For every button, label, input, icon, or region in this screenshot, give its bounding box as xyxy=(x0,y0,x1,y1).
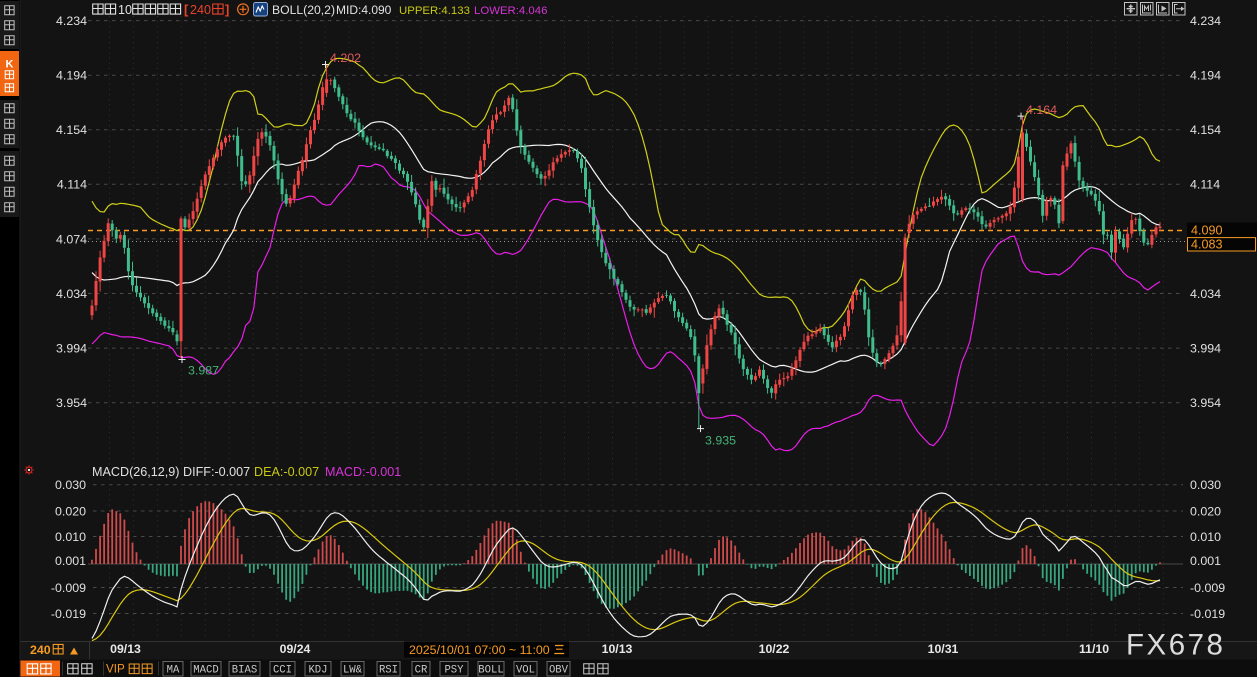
svg-text:4.034: 4.034 xyxy=(1190,287,1221,301)
svg-text:-0.019: -0.019 xyxy=(51,607,86,621)
svg-text:4.164: 4.164 xyxy=(1026,103,1057,117)
svg-text:4.234: 4.234 xyxy=(56,14,87,28)
svg-text:MACD: MACD xyxy=(193,664,218,676)
svg-text:3.994: 3.994 xyxy=(56,342,87,356)
svg-text:0.001: 0.001 xyxy=(1190,554,1221,568)
svg-text:DEA:-0.007: DEA:-0.007 xyxy=(254,465,319,479)
svg-text:[: [ xyxy=(184,2,189,17)
svg-text:09/13: 09/13 xyxy=(110,642,141,656)
svg-text:MACD(26,12,9) DIFF:-0.007: MACD(26,12,9) DIFF:-0.007 xyxy=(92,465,250,479)
svg-text:4.034: 4.034 xyxy=(56,287,87,301)
svg-text:-0.019: -0.019 xyxy=(1190,607,1225,621)
svg-text:-0.009: -0.009 xyxy=(1190,581,1225,595)
svg-text:4.114: 4.114 xyxy=(1190,178,1220,192)
svg-text:BIAS: BIAS xyxy=(232,664,257,676)
svg-text:LOWER:4.046: LOWER:4.046 xyxy=(474,5,547,17)
svg-text:0.010: 0.010 xyxy=(1190,530,1221,544)
svg-text:3.935: 3.935 xyxy=(705,434,736,448)
svg-text:K: K xyxy=(6,59,14,71)
svg-text:CCI: CCI xyxy=(273,664,292,676)
svg-text:0.030: 0.030 xyxy=(1190,478,1221,492)
svg-text:OBV: OBV xyxy=(549,664,569,676)
svg-text:240: 240 xyxy=(190,3,211,17)
svg-text:0.010: 0.010 xyxy=(55,530,86,544)
svg-text:09/24: 09/24 xyxy=(280,642,311,656)
svg-text:4.234: 4.234 xyxy=(1190,14,1221,28)
svg-text:4.090: 4.090 xyxy=(1191,223,1223,237)
svg-text:4.154: 4.154 xyxy=(56,123,87,137)
svg-text:PSY: PSY xyxy=(444,664,464,676)
svg-text:4.194: 4.194 xyxy=(1190,69,1221,83)
svg-text:BOLL: BOLL xyxy=(478,664,503,676)
svg-text:240: 240 xyxy=(30,643,51,657)
svg-text:10/22: 10/22 xyxy=(759,642,790,656)
svg-text:10/13: 10/13 xyxy=(602,642,633,656)
svg-text:MACD:-0.001: MACD:-0.001 xyxy=(325,465,401,479)
svg-text:4.194: 4.194 xyxy=(56,69,87,83)
svg-text:LW&: LW& xyxy=(343,664,363,676)
svg-text:4.114: 4.114 xyxy=(57,178,87,192)
svg-text:BOLL(20,2): BOLL(20,2) xyxy=(272,3,335,17)
svg-text:CR: CR xyxy=(415,664,428,676)
svg-text:4.154: 4.154 xyxy=(1190,123,1221,137)
svg-text:3.954: 3.954 xyxy=(56,396,87,410)
svg-text:RSI: RSI xyxy=(379,664,398,676)
svg-text:0.030: 0.030 xyxy=(55,478,86,492)
svg-text:MID:4.090: MID:4.090 xyxy=(336,3,392,17)
svg-text:4.074: 4.074 xyxy=(56,232,87,246)
svg-text:0.020: 0.020 xyxy=(55,504,86,518)
svg-text:]: ] xyxy=(225,2,229,17)
svg-text:4.202: 4.202 xyxy=(330,51,361,65)
svg-text:10/31: 10/31 xyxy=(928,642,959,656)
svg-text:3.954: 3.954 xyxy=(1190,396,1221,410)
svg-text:UPPER:4.133: UPPER:4.133 xyxy=(399,5,470,17)
svg-text:VIP: VIP xyxy=(106,663,125,676)
svg-text:0.001: 0.001 xyxy=(55,554,86,568)
svg-text:3.987: 3.987 xyxy=(188,364,219,378)
svg-text:0.020: 0.020 xyxy=(1190,504,1221,518)
svg-text:VOL: VOL xyxy=(516,664,535,676)
svg-text:11/10: 11/10 xyxy=(1079,642,1109,656)
svg-text:MA: MA xyxy=(167,664,180,676)
svg-text:-0.009: -0.009 xyxy=(51,581,86,595)
svg-text:FX678: FX678 xyxy=(1126,629,1225,662)
svg-text:2025/10/01 07:00 ~ 11:00: 2025/10/01 07:00 ~ 11:00 xyxy=(409,643,550,657)
svg-text:KDJ: KDJ xyxy=(308,664,327,676)
svg-text:3.994: 3.994 xyxy=(1190,342,1221,356)
svg-text:4.083: 4.083 xyxy=(1191,238,1223,252)
svg-text:10: 10 xyxy=(118,3,132,17)
